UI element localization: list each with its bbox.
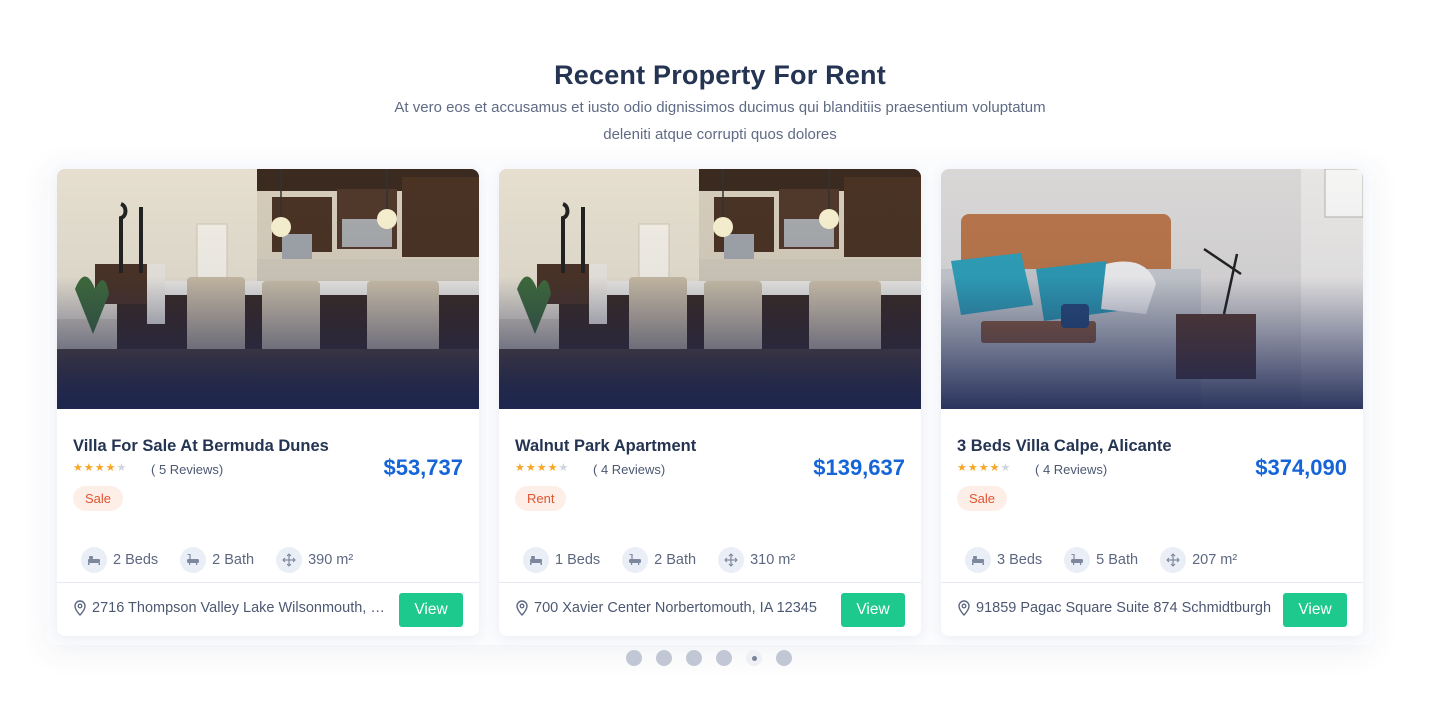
property-features: 3 Beds 5 Bath 207 m² bbox=[965, 547, 1259, 573]
location-pin-icon bbox=[515, 600, 534, 616]
baths-feature: 2 Bath bbox=[180, 547, 254, 573]
area-size: 207 m² bbox=[1192, 552, 1238, 568]
rating-stars: ★ ★ ★ ★ ★ bbox=[515, 461, 568, 475]
area-feature: 310 m² bbox=[718, 547, 795, 573]
pagination-dot[interactable] bbox=[716, 650, 732, 666]
area-icon bbox=[276, 547, 303, 573]
bed-icon bbox=[523, 547, 549, 573]
area-feature: 207 m² bbox=[1160, 547, 1237, 573]
card-divider bbox=[499, 582, 921, 583]
status-badge: Sale bbox=[73, 486, 124, 511]
beds-feature: 1 Beds bbox=[523, 547, 600, 573]
area-icon bbox=[718, 547, 745, 573]
area-feature: 390 m² bbox=[276, 547, 353, 573]
baths-count: 2 Bath bbox=[212, 552, 255, 568]
property-title[interactable]: Villa For Sale At Bermuda Dunes bbox=[73, 437, 329, 456]
location-pin-icon bbox=[73, 600, 92, 616]
address-text: 2716 Thompson Valley Lake Wilsonmouth, W… bbox=[92, 600, 393, 616]
area-icon bbox=[1160, 547, 1187, 573]
view-button[interactable]: View bbox=[399, 593, 463, 627]
beds-count: 2 Beds bbox=[113, 552, 159, 568]
bath-icon bbox=[1064, 547, 1091, 573]
star-icon: ★ bbox=[83, 462, 94, 474]
review-count: ( 5 Reviews) bbox=[151, 462, 224, 477]
property-features: 2 Beds 2 Bath 390 m² bbox=[81, 547, 375, 573]
carousel-pagination bbox=[626, 650, 806, 666]
star-icon: ★ bbox=[73, 462, 83, 474]
address-text: 700 Xavier Center Norbertomouth, IA 1234… bbox=[534, 600, 817, 616]
review-count: ( 4 Reviews) bbox=[593, 462, 666, 477]
star-icon: ★ bbox=[525, 462, 536, 474]
property-card[interactable]: Villa For Sale At Bermuda Dunes ★ ★ ★ ★ ★ ( … bbox=[57, 169, 479, 636]
star-icon: ★ bbox=[558, 462, 569, 474]
pagination-dot[interactable] bbox=[656, 650, 672, 666]
bed-icon bbox=[81, 547, 107, 573]
star-icon: ★ bbox=[1000, 462, 1011, 474]
baths-feature: 5 Bath bbox=[1064, 547, 1138, 573]
beds-feature: 2 Beds bbox=[81, 547, 158, 573]
section-header: Recent Property For Rent At vero eos et … bbox=[0, 58, 1440, 148]
star-icon: ★ bbox=[989, 462, 1000, 474]
review-count: ( 4 Reviews) bbox=[1035, 462, 1108, 477]
pagination-dot[interactable] bbox=[626, 650, 642, 666]
property-card[interactable]: Walnut Park Apartment ★ ★ ★ ★ ★ ( 4 Reviews)… bbox=[499, 169, 921, 636]
property-title[interactable]: Walnut Park Apartment bbox=[515, 437, 696, 456]
pagination-dot[interactable] bbox=[746, 650, 762, 666]
property-price: $139,637 bbox=[813, 455, 905, 480]
baths-count: 5 Bath bbox=[1096, 552, 1139, 568]
kitchen-photo[interactable] bbox=[57, 169, 479, 409]
bath-icon bbox=[180, 547, 207, 573]
property-card[interactable]: 3 Beds Villa Calpe, Alicante ★ ★ ★ ★ ★ ( 4 R… bbox=[941, 169, 1363, 636]
star-icon: ★ bbox=[116, 462, 127, 474]
baths-feature: 2 Bath bbox=[622, 547, 696, 573]
kitchen-photo[interactable] bbox=[499, 169, 921, 409]
section-subtitle: At vero eos et accusamus et iusto odio d… bbox=[350, 94, 1090, 148]
property-price: $53,737 bbox=[383, 455, 463, 480]
property-price: $374,090 bbox=[1255, 455, 1347, 480]
view-button[interactable]: View bbox=[841, 593, 905, 627]
pagination-dot[interactable] bbox=[686, 650, 702, 666]
star-icon: ★ bbox=[978, 462, 989, 474]
star-icon: ★ bbox=[94, 462, 105, 474]
beds-count: 3 Beds bbox=[997, 552, 1043, 568]
property-title[interactable]: 3 Beds Villa Calpe, Alicante bbox=[957, 437, 1172, 456]
view-button[interactable]: View bbox=[1283, 593, 1347, 627]
address-text: 91859 Pagac Square Suite 874 Schmidtburg… bbox=[976, 600, 1272, 616]
property-address: 700 Xavier Center Norbertomouth, IA 1234… bbox=[515, 600, 835, 616]
rating-stars: ★ ★ ★ ★ ★ bbox=[73, 461, 126, 475]
star-icon: ★ bbox=[957, 462, 967, 474]
rating-stars: ★ ★ ★ ★ ★ bbox=[957, 461, 1010, 475]
card-divider bbox=[57, 582, 479, 583]
property-address: 2716 Thompson Valley Lake Wilsonmouth, W… bbox=[73, 600, 393, 616]
bath-icon bbox=[622, 547, 649, 573]
section-subtitle-line-1: At vero eos et accusamus et iusto odio d… bbox=[394, 99, 1046, 116]
area-size: 390 m² bbox=[308, 552, 354, 568]
star-icon: ★ bbox=[515, 462, 525, 474]
area-size: 310 m² bbox=[750, 552, 796, 568]
star-icon: ★ bbox=[967, 462, 978, 474]
property-address: 91859 Pagac Square Suite 874 Schmidtburg… bbox=[957, 600, 1277, 616]
section-title: Recent Property For Rent bbox=[554, 60, 886, 90]
card-divider bbox=[941, 582, 1363, 583]
status-badge: Rent bbox=[515, 486, 567, 511]
beds-feature: 3 Beds bbox=[965, 547, 1042, 573]
section-subtitle-line-2: deleniti atque corrupti quos dolores bbox=[603, 126, 837, 143]
star-icon: ★ bbox=[547, 462, 558, 474]
location-pin-icon bbox=[957, 600, 976, 616]
status-badge: Sale bbox=[957, 486, 1008, 511]
baths-count: 2 Bath bbox=[654, 552, 697, 568]
star-icon: ★ bbox=[536, 462, 547, 474]
star-icon: ★ bbox=[105, 462, 116, 474]
property-features: 1 Beds 2 Bath 310 m² bbox=[523, 547, 817, 573]
bed-icon bbox=[965, 547, 991, 573]
bedroom-photo[interactable] bbox=[941, 169, 1363, 409]
beds-count: 1 Beds bbox=[555, 552, 601, 568]
pagination-dot[interactable] bbox=[776, 650, 792, 666]
